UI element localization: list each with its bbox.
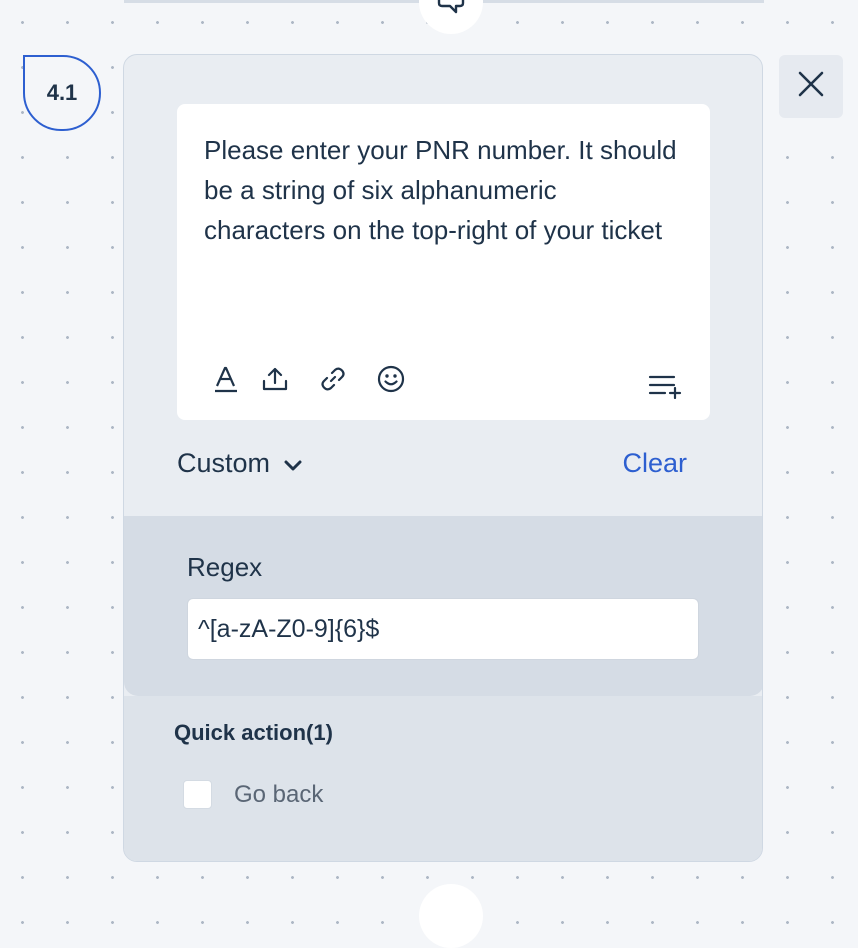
- quick-actions-title: Quick action(1): [174, 720, 333, 745]
- regex-panel: Regex: [124, 516, 762, 696]
- message-text[interactable]: Please enter your PNR number. It should …: [204, 130, 684, 250]
- add-list-button[interactable]: [648, 371, 682, 405]
- validation-type-dropdown[interactable]: Custom: [177, 448, 302, 479]
- text-format-icon: [213, 365, 239, 398]
- regex-label: Regex: [187, 552, 263, 582]
- go-back-label: Go back: [234, 780, 324, 808]
- message-editor[interactable]: Please enter your PNR number. It should …: [177, 104, 710, 420]
- upload-button[interactable]: [258, 364, 292, 398]
- emoji-icon: [377, 365, 405, 398]
- quick-action-go-back[interactable]: Go back: [183, 780, 323, 809]
- quick-actions-section: Quick action(1) Go back: [124, 696, 762, 861]
- link-icon: [320, 366, 346, 397]
- emoji-button[interactable]: [374, 364, 408, 398]
- close-icon: [798, 71, 824, 102]
- validation-type-label: Custom: [177, 448, 271, 478]
- text-format-button[interactable]: [209, 364, 243, 398]
- add-node-connector[interactable]: [419, 0, 483, 34]
- step-number-badge: 4.1: [23, 55, 101, 131]
- upload-icon: [262, 366, 288, 397]
- link-button[interactable]: [316, 364, 350, 398]
- regex-input[interactable]: [187, 598, 699, 660]
- clear-button[interactable]: Clear: [622, 448, 687, 479]
- step-card: Please enter your PNR number. It should …: [123, 54, 763, 862]
- go-back-checkbox[interactable]: [183, 780, 212, 809]
- validation-row: Custom Clear: [177, 448, 687, 488]
- close-button[interactable]: [779, 55, 843, 118]
- comment-icon: [436, 0, 466, 20]
- add-list-icon: [648, 373, 682, 404]
- chevron-down-icon: [284, 448, 302, 479]
